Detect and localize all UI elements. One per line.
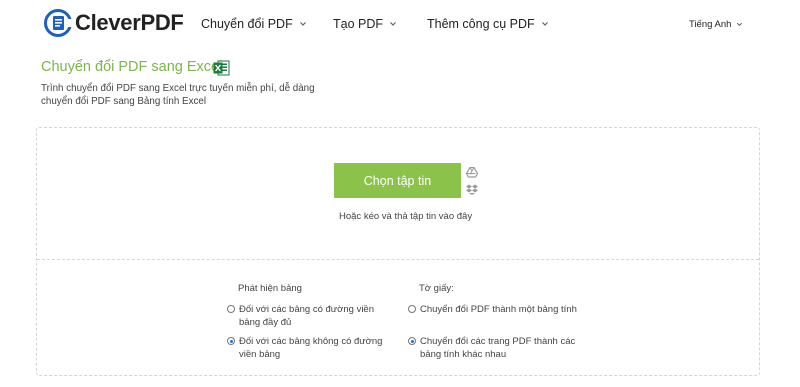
page-title: Chuyển đổi PDF sang Excel	[41, 59, 223, 75]
logo-icon	[44, 9, 72, 37]
google-drive-icon[interactable]	[466, 167, 478, 178]
drop-hint: Hoặc kéo và thả tập tin vào đây	[339, 211, 473, 222]
radio-label: Đối với các bảng không có đường viền bản…	[239, 336, 383, 360]
radio-multiple-sheets[interactable]: Chuyển đổi các trang PDF thành các bảng …	[408, 335, 578, 361]
logo[interactable]: CleverPDF	[44, 9, 184, 37]
sheet-heading: Tờ giấy:	[419, 283, 454, 294]
dropbox-icon[interactable]	[466, 184, 478, 195]
radio-button[interactable]	[227, 337, 235, 345]
chevron-down-icon	[299, 22, 306, 26]
chevron-down-icon	[541, 22, 548, 26]
radio-button[interactable]	[227, 305, 235, 313]
nav-convert-pdf[interactable]: Chuyển đổi PDF	[201, 17, 307, 31]
page-subtitle: Trình chuyển đổi PDF sang Excel trực tuy…	[41, 83, 315, 107]
radio-button[interactable]	[408, 305, 416, 313]
nav-create-pdf[interactable]: Tạo PDF	[333, 17, 397, 31]
options-divider	[37, 259, 759, 260]
radio-single-sheet[interactable]: Chuyển đổi PDF thành một bảng tính	[408, 303, 578, 316]
radio-label: Đối với các bảng có đường viền bảng đầy …	[239, 304, 374, 328]
radio-button[interactable]	[408, 337, 416, 345]
radio-borderless-tables[interactable]: Đối với các bảng không có đường viền bản…	[227, 335, 397, 361]
choose-file-button[interactable]: Chọn tập tin	[334, 163, 461, 198]
chevron-down-icon	[737, 22, 743, 27]
radio-label: Chuyển đổi PDF thành một bảng tính	[420, 304, 577, 315]
excel-icon	[213, 60, 230, 76]
radio-label: Chuyển đổi các trang PDF thành các bảng …	[420, 336, 576, 360]
logo-text: CleverPDF	[75, 10, 184, 35]
language-label: Tiếng Anh	[689, 19, 732, 30]
language-selector[interactable]: Tiếng Anh	[689, 19, 743, 30]
nav-label: Chuyển đổi PDF	[201, 17, 293, 31]
radio-full-border-tables[interactable]: Đối với các bảng có đường viền bảng đầy …	[227, 303, 397, 329]
nav-label: Tạo PDF	[333, 17, 384, 31]
top-header: CleverPDF Chuyển đổi PDF Tạo PDF Thêm cô…	[0, 0, 800, 50]
chevron-down-icon	[390, 22, 396, 26]
nav-label: Thêm công cụ PDF	[427, 17, 535, 31]
table-detection-heading: Phát hiện bảng	[238, 283, 302, 294]
nav-more-tools[interactable]: Thêm công cụ PDF	[427, 17, 549, 31]
